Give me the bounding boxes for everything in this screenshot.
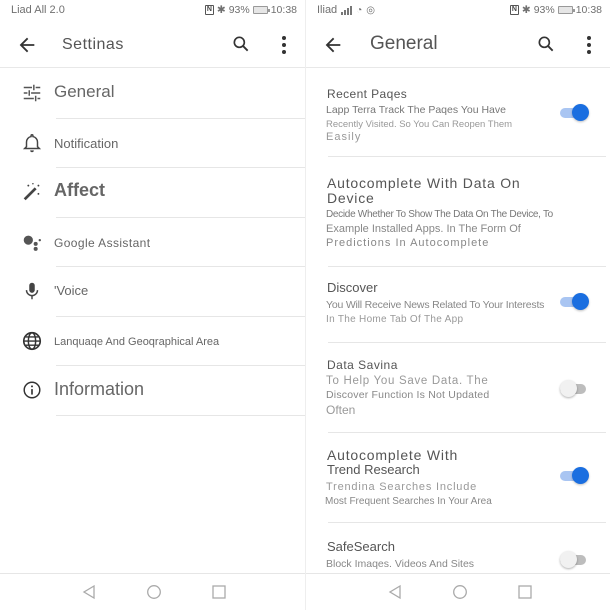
option-description: Decide Whether To Show The Data On The D… bbox=[326, 209, 553, 220]
nav-home-icon[interactable] bbox=[146, 584, 162, 600]
bell-icon bbox=[22, 133, 42, 152]
clock: 10:38 bbox=[270, 4, 297, 16]
carrier-label: Liad All 2.0 bbox=[11, 4, 65, 16]
app-bar: Settinas bbox=[0, 22, 305, 68]
sync-icon: ◎ bbox=[366, 4, 375, 16]
option-description: Block Imaqes. Videos And Sites bbox=[326, 558, 475, 570]
bluetooth-icon: ✱ bbox=[216, 4, 226, 16]
battery-icon bbox=[252, 6, 270, 14]
option-description: Trendina Searches Include bbox=[326, 481, 478, 493]
search-icon[interactable] bbox=[536, 34, 556, 54]
option-description: To Help You Save Data. The bbox=[326, 375, 489, 387]
carrier-label: Iliad bbox=[317, 4, 338, 16]
discover-toggle[interactable] bbox=[560, 293, 590, 311]
more-vert-icon[interactable] bbox=[582, 35, 596, 55]
nav-back-icon[interactable] bbox=[387, 584, 403, 600]
option-discover[interactable]: Discover You Will Receive News Related T… bbox=[306, 267, 610, 343]
magic-wand-icon bbox=[23, 183, 40, 201]
battery-percent: 93% bbox=[533, 4, 555, 16]
divider bbox=[56, 414, 305, 416]
option-title: SafeSearch bbox=[327, 539, 395, 554]
option-title: Autocomplete With bbox=[327, 447, 459, 463]
nav-recents-icon[interactable] bbox=[211, 584, 227, 600]
option-autocomplete-trend[interactable]: Autocomplete With Trend Research Trendin… bbox=[306, 433, 610, 523]
data-saving-toggle[interactable] bbox=[560, 380, 590, 398]
navigation-bar bbox=[0, 573, 305, 610]
option-title-line2: Trend Research bbox=[327, 462, 420, 477]
settings-screen: Liad All 2.0 N ✱ 93% 10:38 Settinas Gene… bbox=[0, 0, 305, 610]
option-title-line2: Device bbox=[327, 190, 375, 206]
navigation-bar bbox=[306, 573, 610, 610]
settings-item-label: 'Voice bbox=[54, 283, 89, 298]
globe-icon bbox=[22, 331, 42, 350]
option-data-saving[interactable]: Data Savina To Help You Save Data. The D… bbox=[306, 343, 610, 433]
nav-home-icon[interactable] bbox=[452, 584, 468, 600]
nav-back-icon[interactable] bbox=[81, 584, 97, 600]
more-vert-icon[interactable] bbox=[277, 35, 291, 55]
arrow-back-icon[interactable] bbox=[322, 34, 344, 56]
page-title: General bbox=[370, 33, 438, 54]
settings-item-voice[interactable]: 'Voice bbox=[0, 267, 305, 317]
nfc-icon: N bbox=[204, 5, 214, 15]
option-description: Predictions In Autocomplete bbox=[326, 237, 490, 249]
status-bar: Liad All 2.0 N ✱ 93% 10:38 bbox=[0, 0, 305, 22]
settings-item-language[interactable]: Lanquaqe And Geoqraphical Area bbox=[0, 317, 305, 366]
battery-percent: 93% bbox=[228, 4, 250, 16]
app-bar: General bbox=[306, 22, 610, 68]
option-description: Easily bbox=[326, 131, 362, 143]
settings-item-notification[interactable]: Notification bbox=[0, 119, 305, 168]
google-assistant-icon bbox=[23, 235, 41, 251]
option-title: Autocomplete With Data On bbox=[327, 175, 521, 191]
status-bar: Iliad ◔ ◎ N ✱ 93% 10:38 bbox=[306, 0, 610, 22]
settings-item-label: Affect bbox=[54, 180, 106, 200]
arrow-back-icon[interactable] bbox=[16, 34, 38, 56]
wifi-icon: ◔ bbox=[356, 4, 363, 16]
page-title: Settinas bbox=[62, 36, 124, 53]
settings-item-general[interactable]: General bbox=[0, 69, 305, 119]
signal-icon bbox=[341, 5, 353, 15]
option-autocomplete-device[interactable]: Autocomplete With Data On Device Decide … bbox=[306, 157, 610, 267]
settings-item-label: Information bbox=[54, 379, 145, 399]
option-description: Lapp Terra Track The Paqes You Have bbox=[326, 104, 506, 116]
trend-research-toggle[interactable] bbox=[560, 467, 590, 485]
info-icon bbox=[23, 381, 41, 399]
bluetooth-icon: ✱ bbox=[521, 4, 531, 16]
option-description: Recently Visited. So You Can Reopen Them bbox=[326, 119, 513, 130]
microphone-icon bbox=[25, 282, 39, 300]
recent-pages-toggle[interactable] bbox=[560, 104, 590, 122]
battery-icon bbox=[557, 6, 575, 14]
settings-item-label: Lanquaqe And Geoqraphical Area bbox=[54, 335, 220, 348]
settings-item-label: Google Assistant bbox=[54, 235, 151, 250]
settings-item-label: Notification bbox=[54, 135, 119, 151]
option-title: Data Savina bbox=[327, 358, 398, 372]
option-title: Discover bbox=[327, 280, 378, 295]
nfc-icon: N bbox=[509, 5, 519, 15]
tune-sliders-icon bbox=[23, 84, 41, 102]
settings-item-google-assistant[interactable]: Google Assistant bbox=[0, 218, 305, 267]
settings-item-affect[interactable]: Affect bbox=[0, 168, 305, 218]
option-title: Recent Paqes bbox=[327, 87, 408, 101]
general-settings-screen: Iliad ◔ ◎ N ✱ 93% 10:38 General Recent P… bbox=[306, 0, 610, 610]
option-description: Example Installed Apps. In The Form Of bbox=[326, 223, 521, 235]
safesearch-toggle[interactable] bbox=[560, 551, 590, 569]
search-icon[interactable] bbox=[231, 34, 251, 54]
clock: 10:38 bbox=[575, 4, 602, 16]
option-description: In The Home Tab Of The App bbox=[326, 314, 464, 325]
option-description: Most Frequent Searches In Your Area bbox=[325, 496, 492, 507]
option-description: Discover Function Is Not Updated bbox=[326, 389, 490, 401]
nav-recents-icon[interactable] bbox=[517, 584, 533, 600]
option-recent-pages[interactable]: Recent Paqes Lapp Terra Track The Paqes … bbox=[306, 69, 610, 157]
settings-item-label: General bbox=[54, 82, 115, 101]
option-description: You Will Receive News Related To Your In… bbox=[326, 299, 545, 311]
settings-list: General Notification Affect Google Assis… bbox=[0, 69, 305, 416]
option-description: Often bbox=[326, 403, 356, 417]
settings-item-information[interactable]: Information bbox=[0, 366, 305, 416]
